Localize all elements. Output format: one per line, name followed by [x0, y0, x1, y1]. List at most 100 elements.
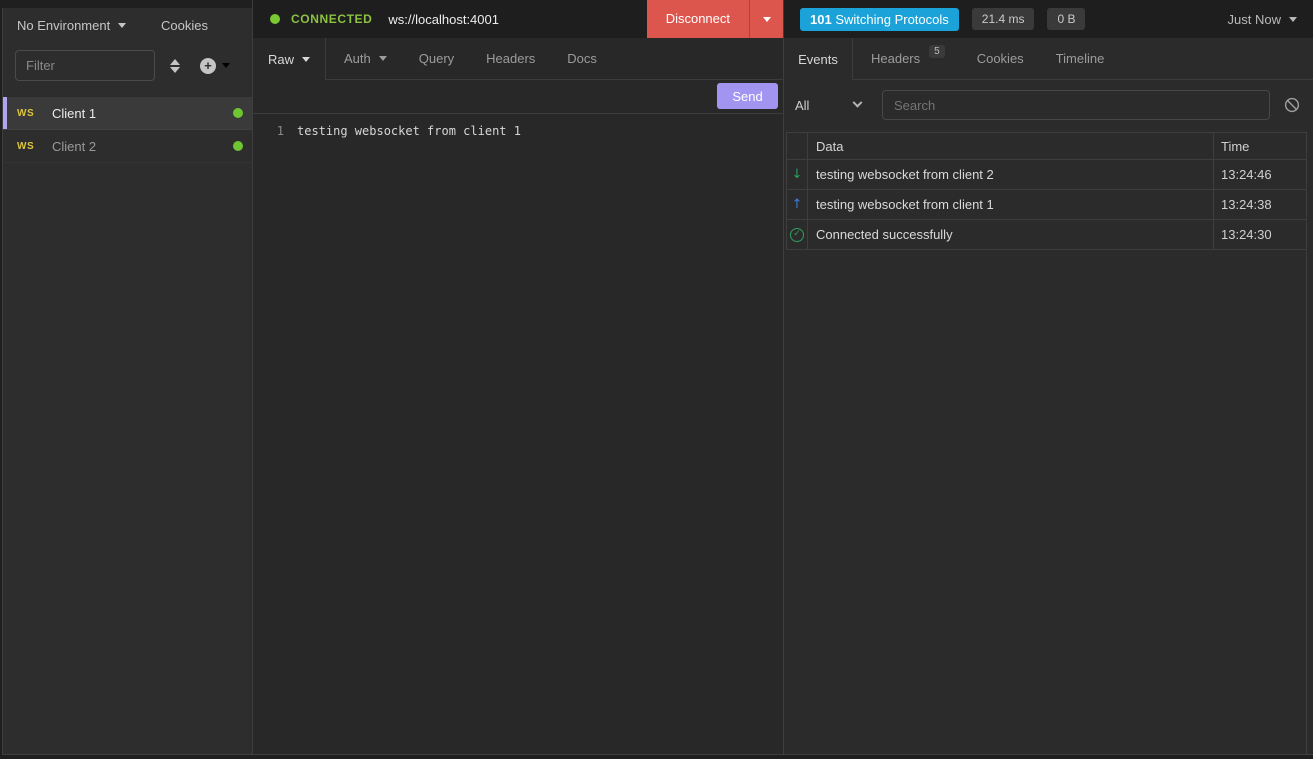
tab-raw-label: Raw [268, 52, 294, 67]
event-row[interactable]: ↑ testing websocket from client 1 13:24:… [787, 190, 1306, 220]
request-tabs-rest: Auth Query Headers Docs [326, 38, 783, 80]
tab-response-cookies[interactable]: Cookies [961, 38, 1040, 79]
websocket-url[interactable]: ws://localhost:4001 [388, 12, 499, 27]
tab-timeline-label: Timeline [1056, 51, 1105, 66]
environment-label: No Environment [17, 18, 110, 33]
recency-label: Just Now [1228, 12, 1281, 27]
event-row[interactable]: ↓ testing websocket from client 2 13:24:… [787, 160, 1306, 190]
event-data: testing websocket from client 2 [808, 160, 1214, 189]
response-tabs-rest: Headers 5 Cookies Timeline [853, 38, 1313, 80]
tab-events-label: Events [798, 52, 838, 67]
history-dropdown[interactable]: Just Now [1228, 12, 1297, 27]
response-time-badge: 21.4 ms [972, 8, 1035, 30]
icon-column-header [787, 133, 808, 159]
event-data: testing websocket from client 1 [808, 190, 1214, 219]
chevron-down-icon [853, 97, 863, 107]
response-pane: 101 Switching Protocols 21.4 ms 0 B Just… [784, 0, 1313, 755]
editor-text: testing websocket from client 1 [297, 121, 521, 141]
sidebar-item-client-2[interactable]: WS Client 2 [3, 130, 252, 163]
tab-auth[interactable]: Auth [328, 38, 403, 79]
message-editor[interactable]: 1 testing websocket from client 1 [253, 113, 783, 754]
event-icon-cell: ✓ [787, 220, 808, 249]
app-window: No Environment Cookies + WS Client 1 [0, 0, 1313, 759]
chevron-down-icon [379, 56, 387, 61]
tab-response-cookies-label: Cookies [977, 51, 1024, 66]
sort-icon[interactable] [170, 59, 180, 73]
ws-method-badge: WS [17, 141, 52, 152]
arrow-up-icon: ↑ [787, 190, 808, 219]
status-badge[interactable]: 101 Switching Protocols [800, 8, 959, 31]
events-search-input[interactable] [882, 90, 1270, 120]
request-tabbar: Raw Auth Query Headers Docs [253, 38, 783, 80]
disconnect-dropdown-button[interactable] [750, 0, 783, 38]
tab-query[interactable]: Query [403, 38, 470, 79]
sort-down-triangle [170, 67, 180, 73]
clear-events-button[interactable] [1284, 97, 1300, 113]
disconnect-button[interactable]: Disconnect [647, 0, 749, 38]
tab-docs[interactable]: Docs [551, 38, 613, 79]
editor-line: 1 testing websocket from client 1 [253, 121, 783, 141]
data-column-header: Data [808, 133, 1214, 159]
request-name: Client 2 [52, 139, 96, 154]
sort-up-triangle [170, 59, 180, 65]
tab-headers-label: Headers [486, 51, 535, 66]
disconnect-split-button: Disconnect [647, 0, 783, 38]
chevron-down-icon [302, 57, 310, 62]
event-row[interactable]: ✓ Connected successfully 13:24:30 [787, 220, 1306, 250]
request-pane: CONNECTED ws://localhost:4001 Disconnect… [252, 0, 784, 755]
events-area: Data Time ↓ testing websocket from clien… [786, 132, 1307, 754]
check-circle-icon: ✓ [790, 228, 804, 242]
add-request-button[interactable]: + [200, 58, 230, 74]
event-type-value: All [795, 98, 809, 113]
ws-method-badge: WS [17, 108, 52, 119]
send-row: Send [253, 80, 783, 113]
event-time: 13:24:38 [1214, 197, 1306, 212]
connected-dot-icon [233, 141, 243, 151]
events-filter-row: All [784, 80, 1313, 126]
tab-docs-label: Docs [567, 51, 597, 66]
connected-status-dot-icon [270, 14, 280, 24]
tab-timeline[interactable]: Timeline [1040, 38, 1121, 79]
status-code: 101 [810, 12, 832, 27]
line-number: 1 [253, 121, 297, 141]
tab-response-headers-label: Headers [871, 51, 920, 66]
tab-events[interactable]: Events [784, 38, 853, 80]
chevron-down-icon [222, 63, 230, 68]
ban-icon [1284, 97, 1300, 113]
chevron-down-icon [118, 23, 126, 28]
arrow-down-icon: ↓ [787, 160, 808, 189]
tab-auth-label: Auth [344, 51, 371, 66]
events-table: Data Time ↓ testing websocket from clien… [786, 132, 1306, 250]
event-data: Connected successfully [808, 220, 1214, 249]
sidebar: No Environment Cookies + WS Client 1 [2, 8, 252, 755]
tab-raw[interactable]: Raw [253, 38, 326, 80]
sidebar-header: No Environment Cookies [3, 8, 252, 42]
event-type-select[interactable]: All [795, 98, 861, 113]
status-text: Switching Protocols [835, 12, 948, 27]
send-button[interactable]: Send [717, 83, 778, 109]
sidebar-filter-row: + [3, 42, 252, 89]
time-column-header: Time [1214, 139, 1306, 154]
events-table-header: Data Time [787, 133, 1306, 160]
event-time: 13:24:30 [1214, 227, 1306, 242]
tab-query-label: Query [419, 51, 454, 66]
cookies-button[interactable]: Cookies [161, 18, 208, 33]
chevron-down-icon [1289, 17, 1297, 22]
request-topbar: CONNECTED ws://localhost:4001 Disconnect [253, 0, 783, 38]
sidebar-item-client-1[interactable]: WS Client 1 [3, 97, 252, 130]
response-topbar: 101 Switching Protocols 21.4 ms 0 B Just… [784, 0, 1313, 38]
event-time: 13:24:46 [1214, 167, 1306, 182]
tab-response-headers[interactable]: Headers 5 [855, 38, 961, 79]
environment-selector[interactable]: No Environment [17, 18, 126, 33]
filter-input[interactable] [15, 50, 155, 81]
connected-dot-icon [233, 108, 243, 118]
connection-status-label: CONNECTED [291, 12, 372, 26]
chevron-down-icon [763, 17, 771, 22]
response-size-badge: 0 B [1047, 8, 1085, 30]
request-list: WS Client 1 WS Client 2 [3, 97, 252, 163]
response-tabbar: Events Headers 5 Cookies Timeline [784, 38, 1313, 80]
plus-circle-icon: + [200, 58, 216, 74]
headers-count-badge: 5 [929, 45, 945, 58]
request-name: Client 1 [52, 106, 96, 121]
tab-headers[interactable]: Headers [470, 38, 551, 79]
